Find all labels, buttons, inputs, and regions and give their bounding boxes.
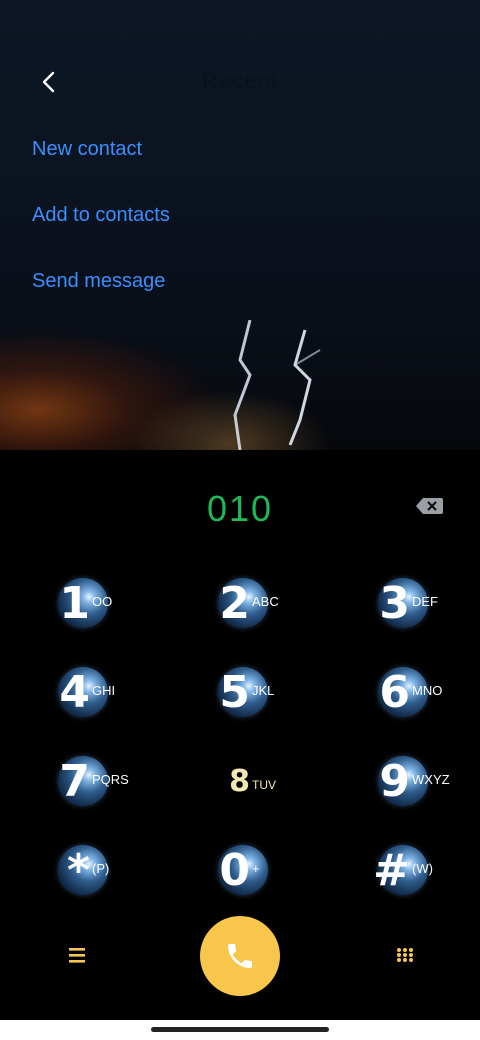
key-letters: JKL [252, 683, 275, 698]
key-digit: 1 [59, 578, 90, 629]
add-to-contacts-link[interactable]: Add to contacts [32, 204, 170, 227]
key-digit: # [373, 845, 410, 896]
menu-button[interactable] [64, 943, 90, 967]
send-message-link[interactable]: Send message [32, 270, 165, 293]
lightning-decoration [233, 320, 321, 450]
key-5[interactable]: 5 JKL [190, 659, 310, 729]
key-letters: PQRS [92, 772, 129, 787]
key-hash[interactable]: # (W) [350, 837, 470, 907]
key-1[interactable]: 1 OO [30, 570, 150, 640]
key-letters: GHI [92, 683, 116, 698]
key-letters: + [252, 861, 260, 876]
key-letters: (W) [412, 861, 433, 876]
phone-icon [228, 944, 252, 968]
backspace-icon [416, 498, 443, 514]
key-letters: (P) [92, 861, 110, 876]
key-0[interactable]: 0 + [190, 837, 310, 907]
key-digit: 8 [229, 764, 250, 799]
key-7[interactable]: 7 PQRS [30, 748, 150, 818]
key-letters: WXYZ [412, 772, 450, 787]
key-digit: 9 [379, 756, 410, 807]
key-digit: 6 [379, 667, 410, 718]
dialpad-button[interactable] [392, 942, 418, 968]
call-button[interactable] [200, 916, 280, 996]
new-contact-link[interactable]: New contact [32, 138, 142, 161]
key-digit: 3 [379, 578, 410, 629]
key-6[interactable]: 6 MNO [350, 659, 470, 729]
key-letters: OO [92, 594, 113, 609]
key-letters: MNO [412, 683, 443, 698]
hamburger-menu-icon [69, 948, 85, 963]
dialed-number: 010 [206, 488, 274, 529]
key-digit: 0 [219, 845, 250, 896]
key-letters: TUV [252, 778, 276, 792]
delete-button[interactable] [414, 496, 448, 520]
key-3[interactable]: 3 DEF [350, 570, 470, 640]
key-9[interactable]: 9 WXYZ [350, 748, 470, 818]
key-digit: 2 [219, 578, 250, 629]
key-4[interactable]: 4 GHI [30, 659, 150, 729]
key-digit: 4 [59, 667, 90, 718]
key-letters: ABC [252, 594, 279, 609]
key-star[interactable]: * (P) [30, 837, 150, 907]
dialpad-icon [397, 948, 413, 962]
key-digit: 7 [59, 756, 90, 807]
key-digit: 5 [219, 667, 250, 718]
key-8[interactable]: 8 TUV [190, 748, 310, 818]
key-digit: * [66, 845, 90, 896]
key-2[interactable]: 2 ABC [190, 570, 310, 640]
home-indicator[interactable] [151, 1027, 329, 1032]
page-title: Recent [202, 68, 278, 93]
key-letters: DEF [412, 594, 438, 609]
